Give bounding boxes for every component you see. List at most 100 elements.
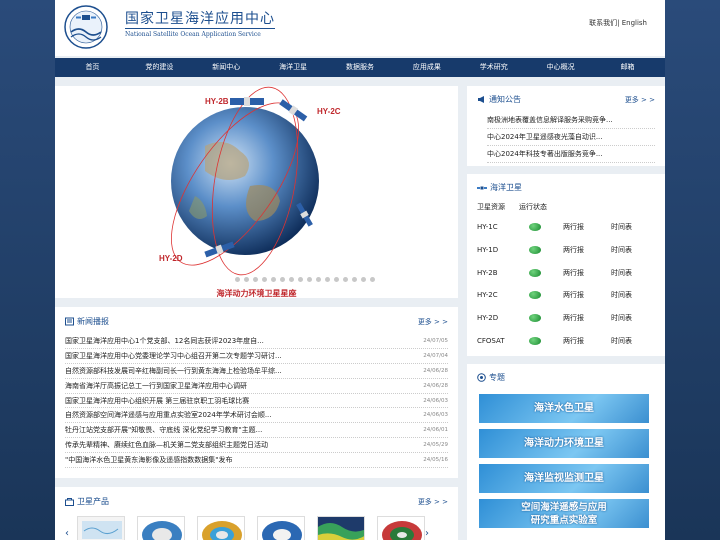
label-hy2c: HY-2C — [317, 107, 341, 116]
carousel-dot[interactable] — [334, 277, 339, 282]
hero-carousel[interactable]: HY-2B HY-2C HY-2D 海洋动力环境卫星星座 — [55, 86, 458, 298]
tle-link[interactable]: 两行报 — [563, 336, 611, 346]
nav-news[interactable]: 新闻中心 — [193, 58, 260, 77]
news-item: "中国海洋水色卫星黄东海影像及遥感指数数据集"发布 24/05/16 — [65, 453, 448, 469]
constellation-illustration: HY-2B HY-2C HY-2D — [159, 86, 341, 276]
nav-mail[interactable]: 邮箱 — [594, 58, 661, 77]
topic-banner-lab-line2: 研究重点实验室 — [530, 515, 598, 526]
news-item-title[interactable]: 自然资源部科技发展司辛红梅副司长一行到黄东海海上检验场牟平综... — [65, 366, 375, 376]
contact-link[interactable]: 联系我们 — [589, 19, 617, 27]
nav-research[interactable]: 学术研究 — [460, 58, 527, 77]
news-item-date: 24/06/01 — [423, 427, 448, 434]
schedule-link[interactable]: 时间表 — [611, 313, 632, 323]
products-title: 卫星产品 — [77, 497, 109, 506]
satellite-name[interactable]: HY-2B — [477, 269, 529, 277]
carousel-dot[interactable] — [244, 277, 249, 282]
tle-link[interactable]: 两行报 — [563, 222, 611, 232]
carousel-dot[interactable] — [325, 277, 330, 282]
tle-link[interactable]: 两行报 — [563, 290, 611, 300]
news-item-title[interactable]: 传承先辈精神、赓续红色血脉—机关第二党支部组织主题党日活动 — [65, 440, 375, 450]
news-item-title[interactable]: 国家卫星海洋应用中心党委理论学习中心组召开第二次专题学习研讨... — [65, 351, 375, 361]
news-title: 新闻播报 — [77, 317, 109, 326]
news-item-title[interactable]: 自然资源部空间海洋遥感与应用重点实验室2024年学术研讨会顺... — [65, 410, 375, 420]
news-item-date: 24/07/05 — [423, 337, 448, 344]
news-item-title[interactable]: "中国海洋水色卫星黄东海影像及遥感指数数据集"发布 — [65, 455, 375, 465]
carousel-dot[interactable] — [262, 277, 267, 282]
nav-applications[interactable]: 应用成果 — [393, 58, 460, 77]
carousel-dot[interactable] — [316, 277, 321, 282]
news-item-title[interactable]: 牡丹江站党支部开展"知敬畏、守底线 深化党纪学习教育"主题... — [65, 425, 375, 435]
satellite-row: CFOSAT 两行报 时间表 — [477, 329, 655, 352]
product-thumb[interactable] — [377, 516, 425, 540]
page-background-right — [665, 0, 720, 540]
satellite-row: HY-2B 两行报 时间表 — [477, 261, 655, 284]
main-nav: 首页 党的建设 新闻中心 海洋卫星 数据服务 应用成果 学术研究 中心概况 邮箱 — [55, 58, 665, 77]
notice-item[interactable]: 中心2024年卫星遥感夜光藻自动识... — [487, 129, 655, 146]
carousel-dot[interactable] — [271, 277, 276, 282]
notice-list: 南极洲地表覆盖信息解译服务采购竞争... 中心2024年卫星遥感夜光藻自动识..… — [477, 112, 655, 163]
notice-panel: 通知公告 更多 > > 南极洲地表覆盖信息解译服务采购竞争... 中心2024年… — [467, 86, 665, 166]
products-prev-arrow[interactable]: ‹ — [65, 528, 69, 539]
news-panel: 新闻播报 更多 > > 国家卫星海洋应用中心1个党支部、12名同志获评2023年… — [55, 307, 458, 478]
product-thumb[interactable] — [317, 516, 365, 540]
label-hy2d: HY-2D — [159, 254, 183, 263]
carousel-dot[interactable] — [235, 277, 240, 282]
english-link[interactable]: English — [622, 19, 647, 27]
satellite-name[interactable]: HY-2C — [477, 291, 529, 299]
carousel-dot[interactable] — [343, 277, 348, 282]
news-item-title[interactable]: 国家卫星海洋应用中心1个党支部、12名同志获评2023年度自... — [65, 336, 375, 346]
nav-satellites[interactable]: 海洋卫星 — [260, 58, 327, 77]
nav-home[interactable]: 首页 — [59, 58, 126, 77]
carousel-dot[interactable] — [307, 277, 312, 282]
satellites-title: 海洋卫星 — [490, 183, 522, 192]
satellite-name[interactable]: HY-2D — [477, 314, 529, 322]
schedule-link[interactable]: 时间表 — [611, 222, 632, 232]
tle-link[interactable]: 两行报 — [563, 245, 611, 255]
carousel-dot[interactable] — [253, 277, 258, 282]
notice-item[interactable]: 中心2024年科技专著出版服务竞争... — [487, 146, 655, 163]
topic-banner-lab[interactable]: 空间海洋遥感与应用 研究重点实验室 — [479, 499, 649, 528]
nav-data-service[interactable]: 数据服务 — [327, 58, 394, 77]
topic-banner-dynamics[interactable]: 海洋动力环境卫星 — [479, 429, 649, 458]
news-item-date: 24/07/04 — [423, 352, 448, 359]
earth-globe — [171, 107, 319, 255]
schedule-link[interactable]: 时间表 — [611, 268, 632, 278]
carousel-dot[interactable] — [370, 277, 375, 282]
news-item-date: 24/05/16 — [423, 457, 448, 464]
news-more-link[interactable]: 更多 > > — [418, 317, 448, 327]
product-thumb[interactable] — [197, 516, 245, 540]
tle-link[interactable]: 两行报 — [563, 268, 611, 278]
products-more-link[interactable]: 更多 > > — [418, 497, 448, 507]
carousel-dot[interactable] — [298, 277, 303, 282]
carousel-dot[interactable] — [280, 277, 285, 282]
carousel-dot[interactable] — [289, 277, 294, 282]
product-thumb[interactable] — [137, 516, 185, 540]
schedule-link[interactable]: 时间表 — [611, 336, 632, 346]
carousel-dot[interactable] — [361, 277, 366, 282]
title-divider — [125, 28, 275, 29]
news-item: 国家卫星海洋应用中心1个党支部、12名同志获评2023年度自... 24/07/0… — [65, 334, 448, 349]
notice-more-link[interactable]: 更多 > > — [625, 95, 655, 105]
tle-link[interactable]: 两行报 — [563, 313, 611, 323]
news-item-title[interactable]: 海南省海洋厅高振记总工一行到国家卫星海洋应用中心调研 — [65, 381, 375, 391]
nav-about[interactable]: 中心概况 — [527, 58, 594, 77]
news-item: 自然资源部科技发展司辛红梅副司长一行到黄东海海上检验场牟平综... 24/06/2… — [65, 364, 448, 379]
schedule-link[interactable]: 时间表 — [611, 245, 632, 255]
nav-party[interactable]: 党的建设 — [126, 58, 193, 77]
satellites-panel: 海洋卫星 卫星资源 运行状态 HY-1C 两行报 时间表 HY-1D 两行报 时间表 H… — [467, 174, 665, 356]
satellite-name[interactable]: HY-1D — [477, 246, 529, 254]
notice-item[interactable]: 南极洲地表覆盖信息解译服务采购竞争... — [487, 112, 655, 129]
news-item-title[interactable]: 国家卫星海洋应用中心组织开展 第三届驻京职工羽毛球比赛 — [65, 396, 375, 406]
satellite-name[interactable]: CFOSAT — [477, 337, 529, 345]
products-next-arrow[interactable]: › — [425, 528, 429, 539]
satellite-name[interactable]: HY-1C — [477, 223, 529, 231]
product-thumb[interactable] — [257, 516, 305, 540]
topic-banner-surveillance[interactable]: 海洋监视监测卫星 — [479, 464, 649, 493]
product-thumb[interactable] — [77, 516, 125, 540]
site-logo[interactable] — [61, 4, 111, 50]
carousel-dot[interactable] — [352, 277, 357, 282]
schedule-link[interactable]: 时间表 — [611, 290, 632, 300]
news-item: 传承先辈精神、赓续红色血脉—机关第二党支部组织主题党日活动 24/05/29 — [65, 438, 448, 454]
news-item: 自然资源部空间海洋遥感与应用重点实验室2024年学术研讨会顺... 24/06/0… — [65, 408, 448, 424]
topic-banner-ocean-color[interactable]: 海洋水色卫星 — [479, 394, 649, 423]
